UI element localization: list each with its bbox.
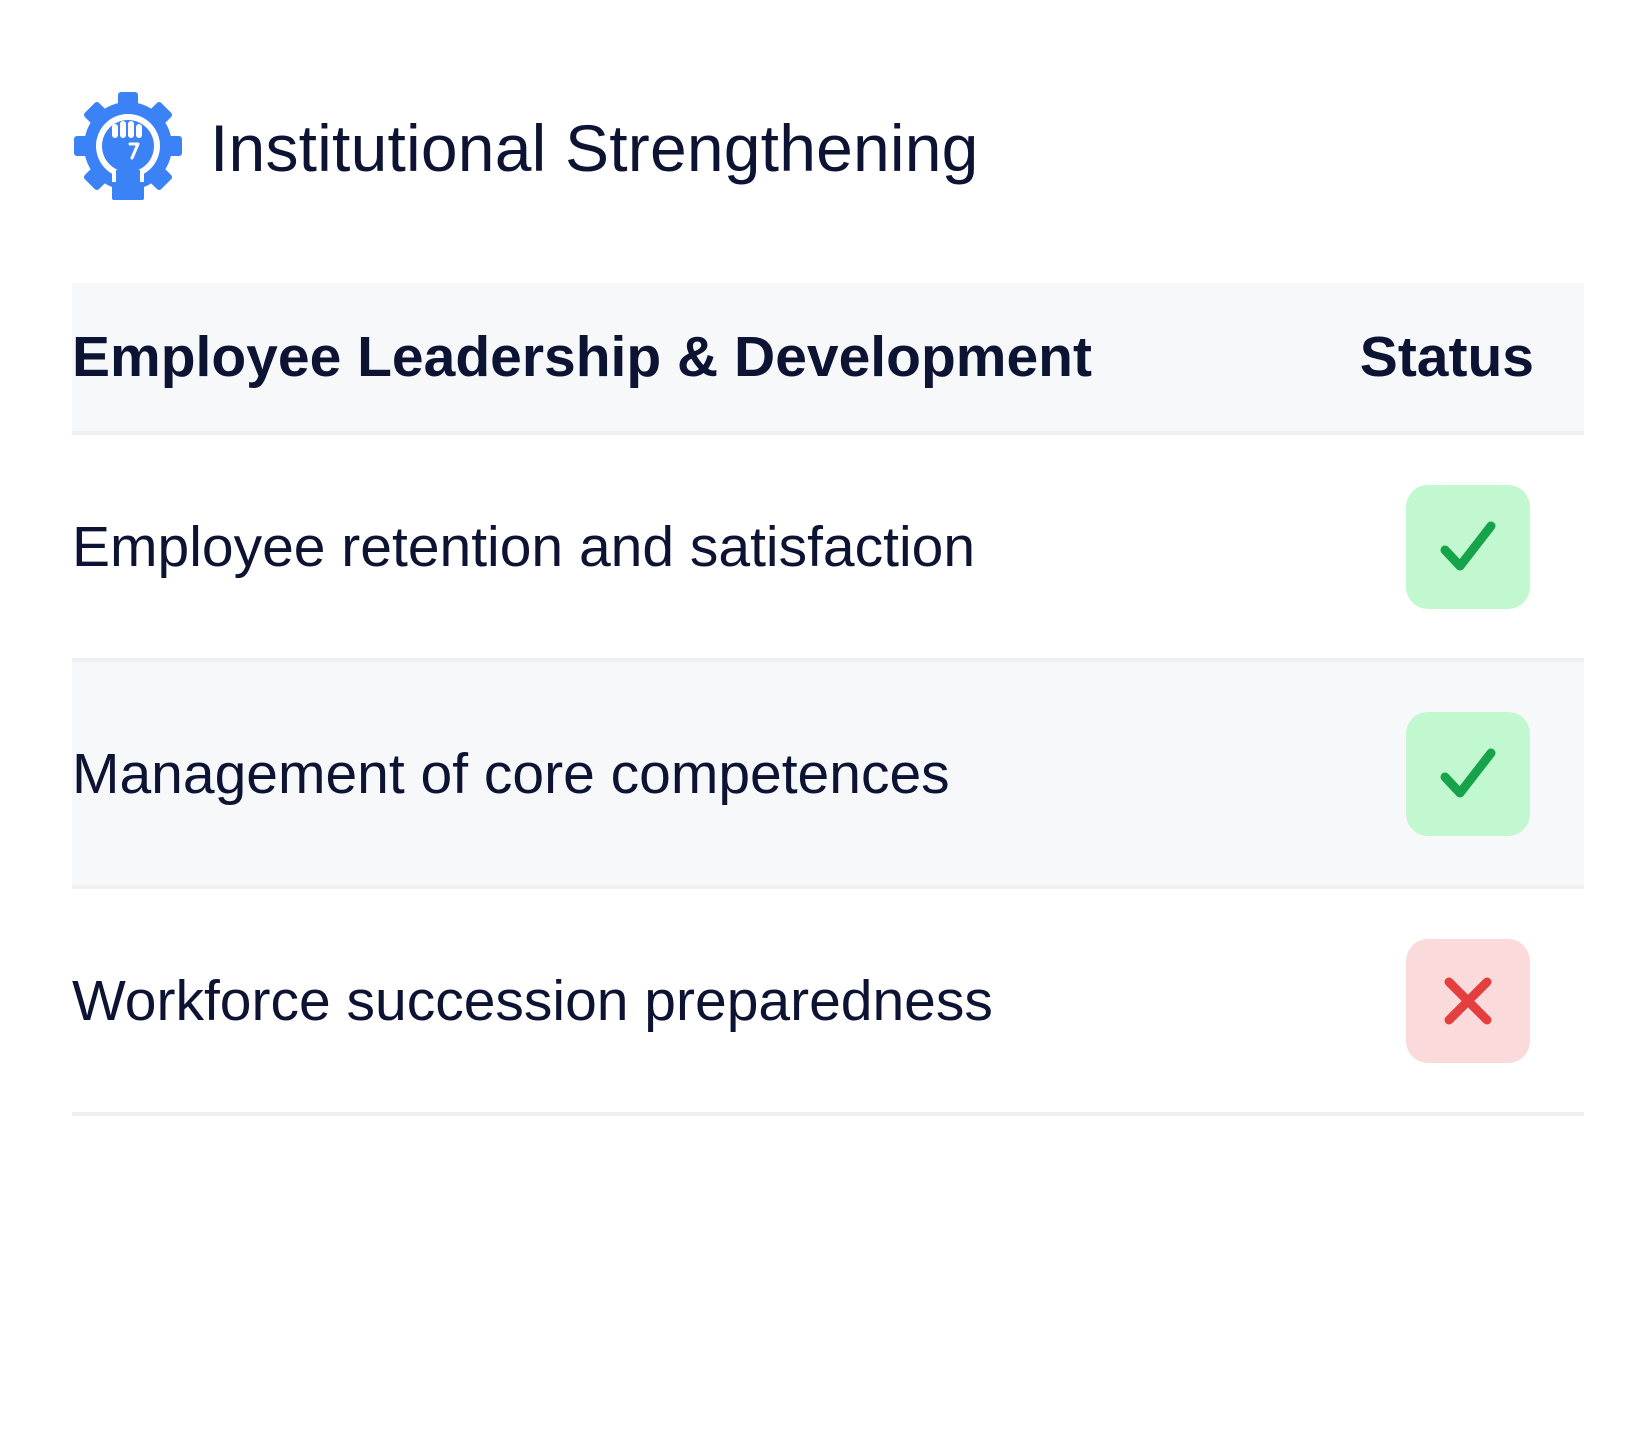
check-icon [1440, 748, 1496, 797]
column-header-status: Status [1359, 325, 1534, 389]
row-label: Management of core competences [72, 741, 950, 806]
check-icon [1440, 521, 1496, 570]
table-row: Management of core competences [72, 662, 1584, 889]
status-badge [1406, 711, 1530, 836]
row-label: Workforce succession preparedness [72, 968, 993, 1033]
row-label: Employee retention and satisfaction [72, 514, 976, 579]
table-header-row: Employee Leadership & Development Status [72, 283, 1584, 435]
status-badge [1406, 484, 1530, 609]
status-badge [1406, 938, 1530, 1063]
page-title: Institutional Strengthening [210, 111, 979, 185]
table-row: Workforce succession preparedness [72, 889, 1584, 1116]
close-icon [1444, 977, 1492, 1024]
gear-fist-icon [74, 92, 182, 200]
column-header-item: Employee Leadership & Development [72, 325, 1092, 389]
table-row: Employee retention and satisfaction [72, 435, 1584, 662]
page-header: Institutional Strengthening [72, 92, 978, 204]
status-table: Employee Leadership & Development Status… [72, 283, 1584, 1116]
